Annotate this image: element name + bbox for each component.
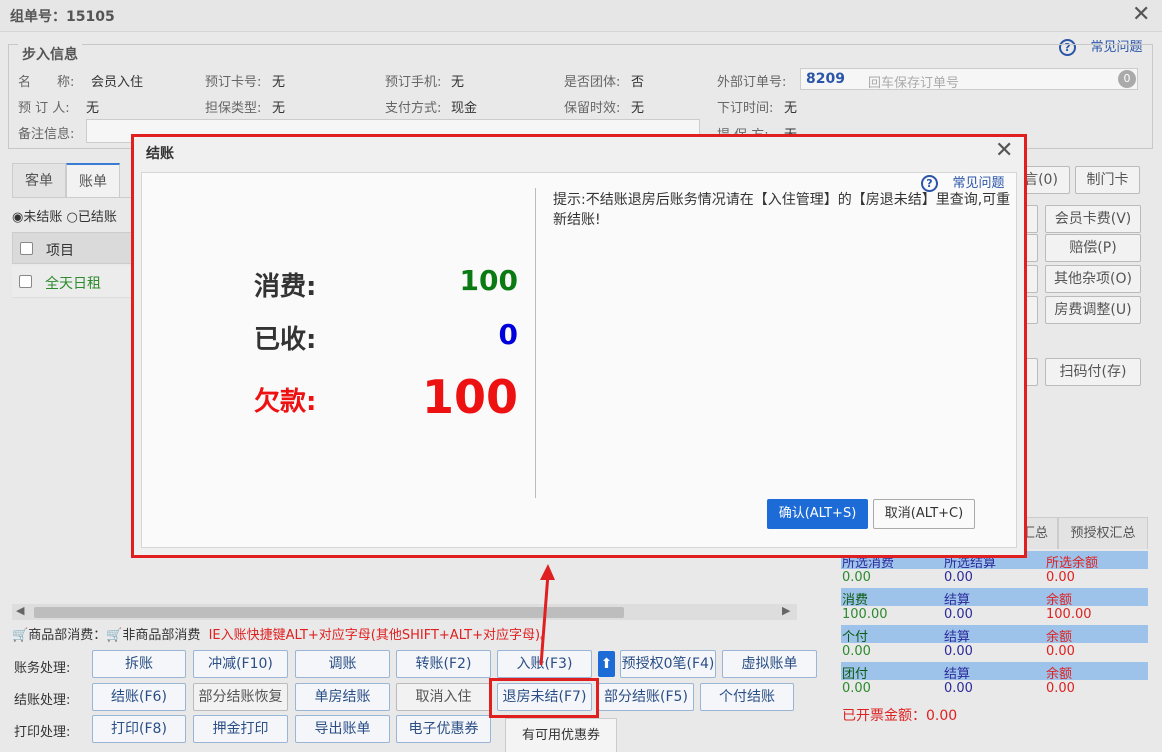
summary-row-selected-values: 0.00 0.00 0.00 (842, 570, 1075, 585)
reserve-card-label: 预订卡号: (205, 75, 262, 90)
header-item: 项目 (46, 243, 74, 259)
export-bill-button[interactable]: 导出账单 (295, 715, 390, 743)
tabs-divider (12, 197, 132, 198)
checkout-button[interactable]: 结账(F6) (92, 683, 186, 711)
invoiced-amount: 已开票金额：0.00 (842, 708, 958, 724)
summary-row-personal-values: 0.00 0.00 0.00 (842, 644, 1075, 659)
external-order-badge: 0 (1118, 70, 1136, 88)
summary-row-consume-header: 消费 结算 余额 (841, 588, 1148, 608)
cart-icon: 🛒 (12, 628, 29, 643)
partial-restore-button[interactable]: 部分结账恢复 (193, 683, 288, 711)
horizontal-scrollbar[interactable]: ◀ ▶ (12, 604, 797, 620)
window-titlebar: 组单号：15105 ✕ (0, 0, 1162, 32)
reserve-phone-value: 无 (451, 75, 465, 90)
keep-label: 保留时效: (564, 101, 621, 116)
received-label: 已收: (254, 325, 317, 355)
external-order-value: 8209 (806, 71, 845, 87)
pay-method-value: 现金 (451, 101, 478, 116)
single-room-checkout-button[interactable]: 单房结账 (295, 683, 390, 711)
transfer-button[interactable]: 转账(F2) (396, 650, 491, 678)
account-label: 账务处理: (14, 661, 71, 676)
is-group-value: 否 (631, 75, 645, 90)
pay-method-label: 支付方式: (385, 101, 442, 116)
tab-guest[interactable]: 客单 (12, 163, 66, 197)
owed-value: 100 (421, 370, 518, 424)
bill-filter: ◉未结账 ○已结账 (12, 206, 117, 225)
print-label: 打印处理: (14, 725, 71, 740)
reserve-card-value: 无 (272, 75, 286, 90)
guarantee-type-label: 担保类型: (205, 101, 262, 116)
name-label: 名 称: (18, 75, 75, 90)
highlight-box (489, 678, 599, 718)
deposit-print-button[interactable]: 押金打印 (193, 715, 288, 743)
row-checkbox[interactable] (19, 275, 32, 288)
select-all-checkbox[interactable] (20, 242, 33, 255)
print-button[interactable]: 打印(F8) (92, 715, 186, 743)
checkout-label: 结账处理: (14, 693, 71, 708)
adjust-button[interactable]: 调账 (295, 650, 390, 678)
virtual-bill-button[interactable]: 虚拟账单 (722, 650, 817, 678)
external-order-input[interactable] (800, 68, 1138, 90)
tab-bill[interactable]: 账单 (66, 163, 120, 197)
radio-settled[interactable]: ○已结账 (67, 210, 117, 225)
order-time-label: 下订时间: (717, 101, 774, 116)
info-legend: 步入信息 (18, 44, 82, 64)
summary-row-personal-header: 个付 结算 余额 (841, 625, 1148, 645)
pre-auth-button[interactable]: 预授权0笔(F4) (620, 650, 716, 678)
remark-label: 备注信息: (18, 127, 75, 142)
bottom-note: 🛒商品部消费：🛒非商品部消费 IE入账快捷键ALT+对应字母(其他SHIFT+A… (12, 628, 554, 643)
door-card-button[interactable]: 制门卡 (1075, 166, 1140, 194)
member-card-button[interactable]: 会员卡费(V) (1045, 205, 1141, 233)
tab-preauth-summary[interactable]: 预授权汇总 (1058, 517, 1148, 549)
summary-row-group-values: 0.00 0.00 0.00 (842, 681, 1075, 696)
confirm-button[interactable]: 确认(ALT+S) (767, 499, 868, 529)
order-time-value: 无 (784, 101, 798, 116)
coupon-button[interactable]: 电子优惠券 (396, 715, 491, 743)
window-title: 组单号：15105 (10, 9, 115, 25)
split-button[interactable]: 拆账 (92, 650, 186, 678)
owed-label: 欠款: (254, 387, 317, 417)
consume-value: 100 (459, 264, 518, 297)
external-order-label: 外部订单号: (717, 75, 787, 90)
modal-close-icon[interactable]: ✕ (995, 140, 1013, 162)
consume-label: 消费: (254, 272, 317, 302)
summary-row-group-header: 团付 结算 余额 (841, 662, 1148, 682)
keep-value: 无 (631, 101, 645, 116)
room-adjust-button[interactable]: 房费调整(U) (1045, 296, 1141, 324)
scroll-right-icon[interactable]: ▶ (782, 604, 790, 617)
cart-icon-2: 🛒 (106, 628, 123, 643)
arrow-up-icon[interactable]: ⬆ (598, 651, 615, 677)
booker-value: 无 (86, 101, 100, 116)
received-value: 0 (498, 318, 518, 351)
booker-label: 预 订 人: (18, 101, 70, 116)
modal-title: 结账 (146, 146, 174, 162)
personal-checkout-button[interactable]: 个付结账 (700, 683, 794, 711)
other-items-button[interactable]: 其他杂项(O) (1045, 265, 1141, 293)
reserve-phone-label: 预订手机: (385, 75, 442, 90)
scroll-left-icon[interactable]: ◀ (16, 604, 24, 617)
partial-checkout-button[interactable]: 部分结账(F5) (598, 683, 694, 711)
compensation-button[interactable]: 赔偿(P) (1045, 234, 1141, 262)
close-icon[interactable]: ✕ (1132, 4, 1150, 26)
table-row[interactable]: 全天日租 (12, 266, 132, 298)
grid-header: 项目 (12, 232, 132, 264)
coupon-tooltip: 有可用优惠券 (505, 718, 617, 752)
modal-help-link[interactable]: ? 常见问题 (921, 172, 1004, 192)
modal-tip: 提示:不结账退房后账务情况请在【入住管理】的【房退未结】里查询,可重新结账! (553, 192, 1011, 228)
guarantee-type-value: 无 (272, 101, 286, 116)
row-item: 全天日租 (45, 276, 101, 292)
scan-pay-button[interactable]: 扫码付(存) (1045, 358, 1141, 386)
cancel-button[interactable]: 取消(ALT+C) (873, 499, 975, 529)
radio-unsettled[interactable]: ◉未结账 (12, 210, 62, 225)
external-order-placeholder: 回车保存订单号 (868, 76, 960, 91)
name-value: 会员入住 (91, 75, 144, 90)
cancel-checkin-button[interactable]: 取消入住 (396, 683, 491, 711)
is-group-label: 是否团体: (564, 75, 621, 90)
offset-button[interactable]: 冲减(F10) (193, 650, 288, 678)
red-arrow (539, 564, 555, 666)
modal-divider (535, 188, 536, 498)
summary-row-consume-values: 100.00 0.00 100.00 (842, 607, 1092, 622)
